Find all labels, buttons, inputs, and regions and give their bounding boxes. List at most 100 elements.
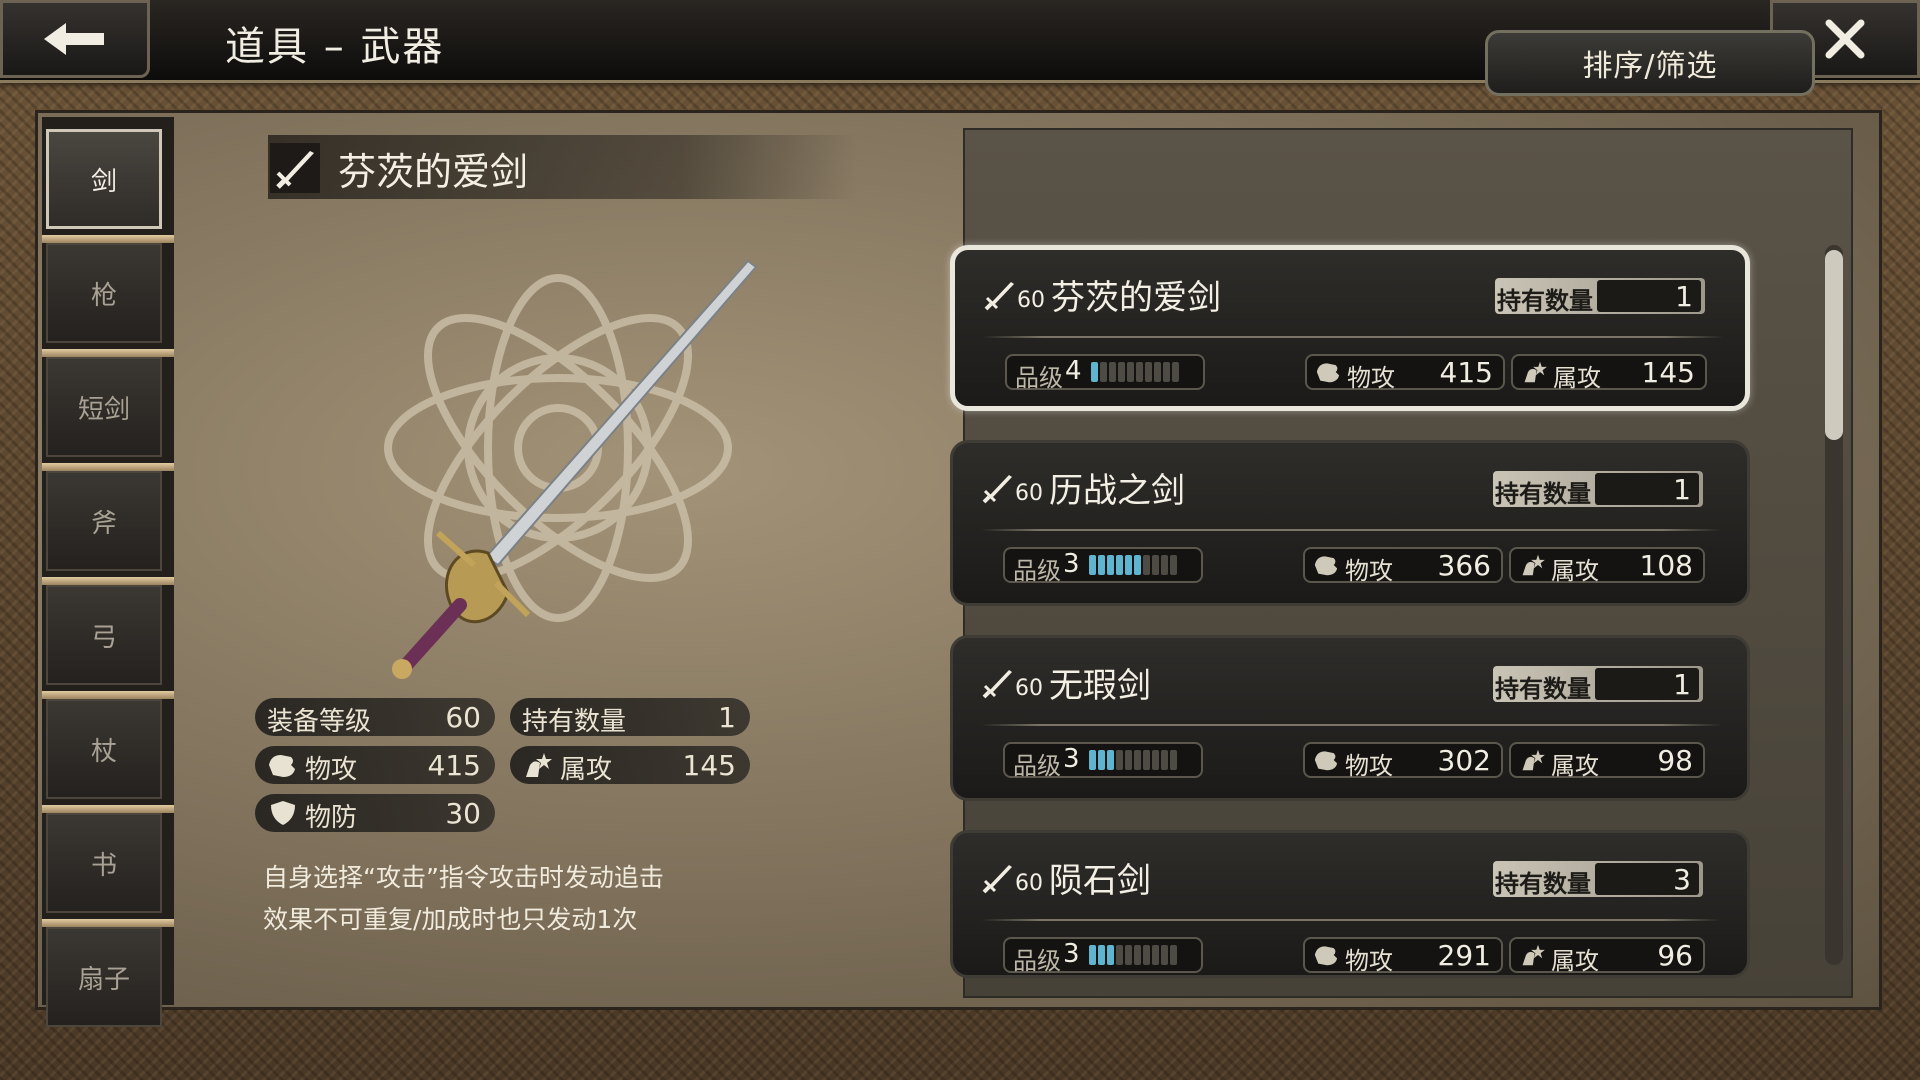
owned-count-stat: 持有数量 1 <box>510 698 750 737</box>
magic-hand-icon <box>1522 749 1545 771</box>
grade-bar-segment <box>1116 945 1123 965</box>
weapon-level: 60 <box>1017 288 1045 313</box>
sword-icon <box>982 475 1012 504</box>
elemental-attack-label: 属攻 <box>1551 752 1599 780</box>
elemental-attack-value: 96 <box>1657 939 1693 972</box>
grade-bar-segment <box>1161 945 1168 965</box>
grade-bar-segment <box>1118 362 1125 382</box>
tab-divider <box>42 805 174 813</box>
owned-count-label: 持有数量 <box>1497 287 1593 315</box>
owned-count-value: 1 <box>1673 668 1691 701</box>
grade-bar-segment <box>1143 750 1150 770</box>
grade-bar-segment <box>1125 945 1132 965</box>
physical-attack-label: 物攻 <box>1345 557 1393 585</box>
close-x-icon <box>1825 19 1865 59</box>
category-sidebar: 剑 枪 短剑 斧 弓 杖 书 扇子 <box>42 117 174 1027</box>
tab-fan[interactable]: 扇子 <box>46 927 162 1027</box>
physical-attack-label: 物攻 <box>1345 752 1393 780</box>
grade-bar-segment <box>1127 362 1134 382</box>
grade-bar-segment <box>1125 555 1132 575</box>
grade-bar <box>1089 555 1193 575</box>
back-button[interactable] <box>0 0 150 78</box>
elemental-attack-label: 属攻 <box>1553 364 1601 392</box>
elemental-attack-value: 108 <box>1639 549 1693 582</box>
physical-attack-label: 物攻 <box>1347 364 1395 392</box>
weapon-card[interactable]: 60 无瑕剑 持有数量 1 品级 3 物攻 302 属攻 98 <box>950 635 1750 801</box>
physical-attack-pill: 物攻 291 <box>1303 937 1503 975</box>
grade-bar-segment <box>1116 555 1123 575</box>
tab-bow[interactable]: 弓 <box>46 585 162 685</box>
fist-icon <box>1316 363 1340 383</box>
physical-attack-label: 物攻 <box>1345 947 1393 975</box>
tab-sword[interactable]: 剑 <box>46 129 162 229</box>
grade-bar-segment <box>1134 945 1141 965</box>
grade-bar-segment <box>1143 945 1150 965</box>
card-divider <box>981 919 1721 921</box>
weapon-level: 60 <box>1015 676 1043 701</box>
sword-icon <box>982 670 1012 699</box>
fist-icon <box>1314 751 1338 771</box>
grade-bar-segment <box>1098 945 1105 965</box>
owned-count-box: 1 <box>1595 473 1699 506</box>
tab-dagger[interactable]: 短剑 <box>46 357 162 457</box>
tab-axe[interactable]: 斧 <box>46 471 162 571</box>
grade-bar-segment <box>1089 750 1096 770</box>
tab-divider <box>42 349 174 357</box>
weapon-level: 60 <box>1015 481 1043 506</box>
elemental-attack-pill: 属攻 96 <box>1509 937 1705 975</box>
weapon-card[interactable]: 60 陨石剑 持有数量 3 品级 3 物攻 291 属攻 96 <box>950 830 1750 978</box>
grade-bar-segment <box>1089 555 1096 575</box>
owned-count-label: 持有数量 <box>1495 480 1591 508</box>
grade-bar-segment <box>1134 750 1141 770</box>
owned-count-value: 1 <box>1673 473 1691 506</box>
grade-bar-segment <box>1154 362 1161 382</box>
grade-value: 4 <box>1065 356 1082 386</box>
page-title: 道具 – 武器 <box>225 24 445 70</box>
elemental-attack-pill: 属攻 145 <box>1511 354 1707 392</box>
grade-label: 品级 <box>1013 557 1061 585</box>
elemental-attack-value: 98 <box>1657 744 1693 777</box>
weapon-level: 60 <box>1015 871 1043 896</box>
equip-level-label: 装备等级 <box>267 707 372 737</box>
physical-attack-stat: 物攻 415 <box>255 746 495 785</box>
grade-bar-segment <box>1136 362 1143 382</box>
owned-count-label: 持有数量 <box>522 707 627 737</box>
weapon-name: 芬茨的爱剑 <box>1051 278 1221 318</box>
weapon-card[interactable]: 60 芬茨的爱剑 持有数量 1 品级 4 物攻 415 属攻 145 <box>950 245 1750 411</box>
equip-level-stat: 装备等级 60 <box>255 698 495 737</box>
magic-hand-icon <box>1524 361 1547 383</box>
tab-spear[interactable]: 枪 <box>46 243 162 343</box>
grade-bar-segment <box>1107 750 1114 770</box>
grade-bar-segment <box>1134 555 1141 575</box>
tab-book[interactable]: 书 <box>46 813 162 913</box>
grade-bar-segment <box>1107 945 1114 965</box>
grade-bar-segment <box>1161 750 1168 770</box>
grade-bar-segment <box>1089 945 1096 965</box>
owned-count-label: 持有数量 <box>1495 675 1591 703</box>
grade-bar-segment <box>1125 750 1132 770</box>
grade-pill: 品级 4 <box>1005 354 1205 392</box>
physical-attack-value: 415 <box>427 749 481 782</box>
grade-bar-segment <box>1145 362 1152 382</box>
grade-bar-segment <box>1100 362 1107 382</box>
fist-icon <box>1314 946 1338 966</box>
grade-bar-segment <box>1109 362 1116 382</box>
tab-divider <box>42 235 174 243</box>
grade-label: 品级 <box>1013 752 1061 780</box>
grade-bar <box>1089 750 1193 770</box>
sort-filter-button[interactable]: 排序/筛选 <box>1485 30 1815 96</box>
weapon-name: 陨石剑 <box>1049 861 1151 901</box>
owned-count-label: 持有数量 <box>1495 870 1591 898</box>
sword-icon <box>270 143 320 193</box>
fist-icon <box>1314 556 1338 576</box>
tab-divider <box>42 463 174 471</box>
weapon-card[interactable]: 60 历战之剑 持有数量 1 品级 3 物攻 366 属攻 108 <box>950 440 1750 606</box>
tab-staff[interactable]: 杖 <box>46 699 162 799</box>
grade-bar-segment <box>1172 362 1179 382</box>
card-divider <box>983 336 1723 338</box>
grade-label: 品级 <box>1015 364 1063 392</box>
grade-label: 品级 <box>1013 947 1061 975</box>
magic-hand-icon <box>526 753 552 777</box>
scrollbar-thumb[interactable] <box>1825 250 1843 440</box>
grade-bar-segment <box>1116 750 1123 770</box>
